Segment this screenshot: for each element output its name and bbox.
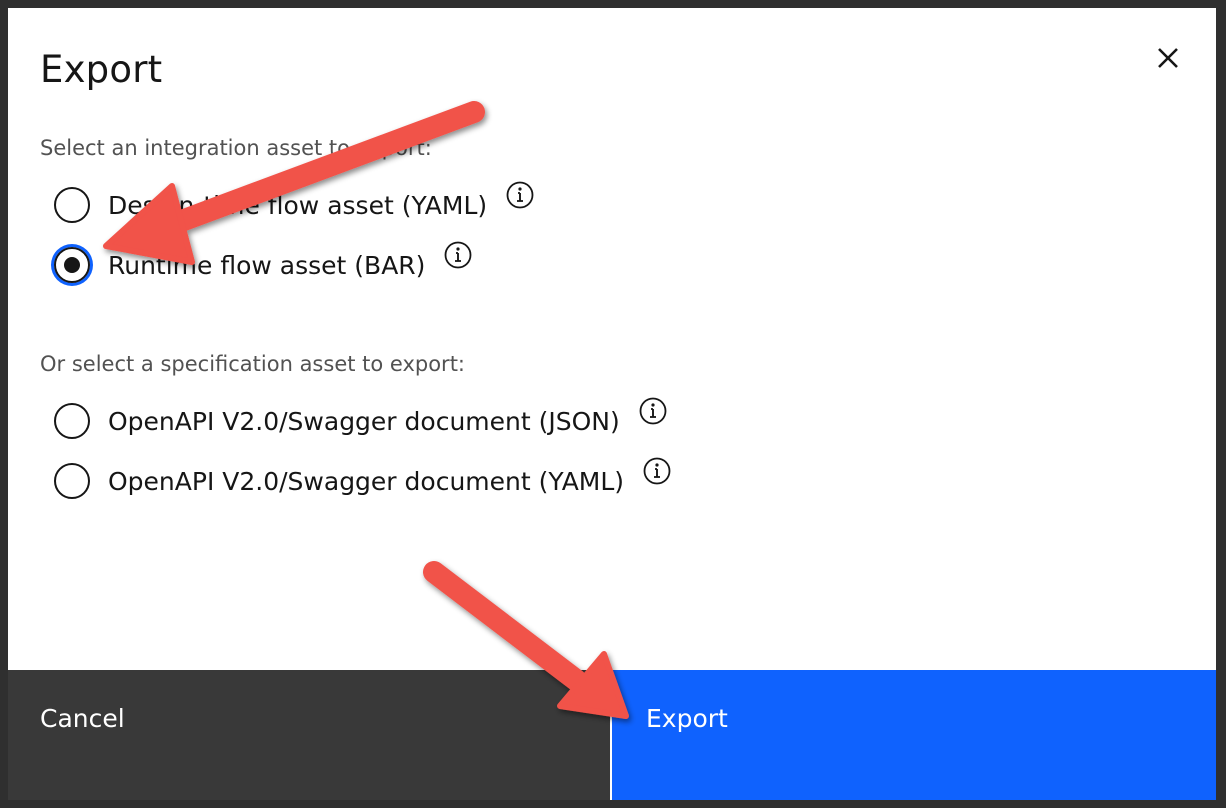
export-button[interactable]: Export	[610, 670, 1216, 800]
export-dialog: Export Select an integration asset to ex…	[8, 8, 1216, 800]
radio-button[interactable]	[54, 187, 90, 223]
radio-option-openapi-json[interactable]: OpenAPI V2.0/Swagger document (JSON)	[54, 396, 668, 443]
cancel-button[interactable]: Cancel	[8, 670, 610, 800]
dialog-title: Export	[40, 48, 163, 91]
option-label: Runtime flow asset (BAR)	[108, 250, 426, 280]
information-icon[interactable]	[638, 396, 668, 426]
radio-option-runtime-flow[interactable]: Runtime flow asset (BAR)	[54, 240, 473, 287]
close-icon	[1158, 48, 1178, 68]
radio-option-openapi-yaml[interactable]: OpenAPI V2.0/Swagger document (YAML)	[54, 456, 672, 503]
dialog-footer: Cancel Export	[8, 670, 1216, 800]
radio-button-selected[interactable]	[54, 247, 90, 283]
option-label: OpenAPI V2.0/Swagger document (YAML)	[108, 466, 625, 496]
information-icon[interactable]	[505, 180, 535, 210]
specification-section-label: Or select a specification asset to expor…	[40, 352, 466, 376]
close-button[interactable]	[1148, 38, 1188, 78]
radio-button[interactable]	[54, 403, 90, 439]
radio-option-design-time-flow[interactable]: Design-time flow asset (YAML)	[54, 180, 535, 227]
information-icon[interactable]	[642, 456, 672, 486]
option-label: OpenAPI V2.0/Swagger document (JSON)	[108, 406, 620, 436]
option-label: Design-time flow asset (YAML)	[108, 190, 488, 220]
information-icon[interactable]	[443, 240, 473, 270]
radio-button[interactable]	[54, 463, 90, 499]
integration-section-label: Select an integration asset to export:	[40, 136, 432, 160]
